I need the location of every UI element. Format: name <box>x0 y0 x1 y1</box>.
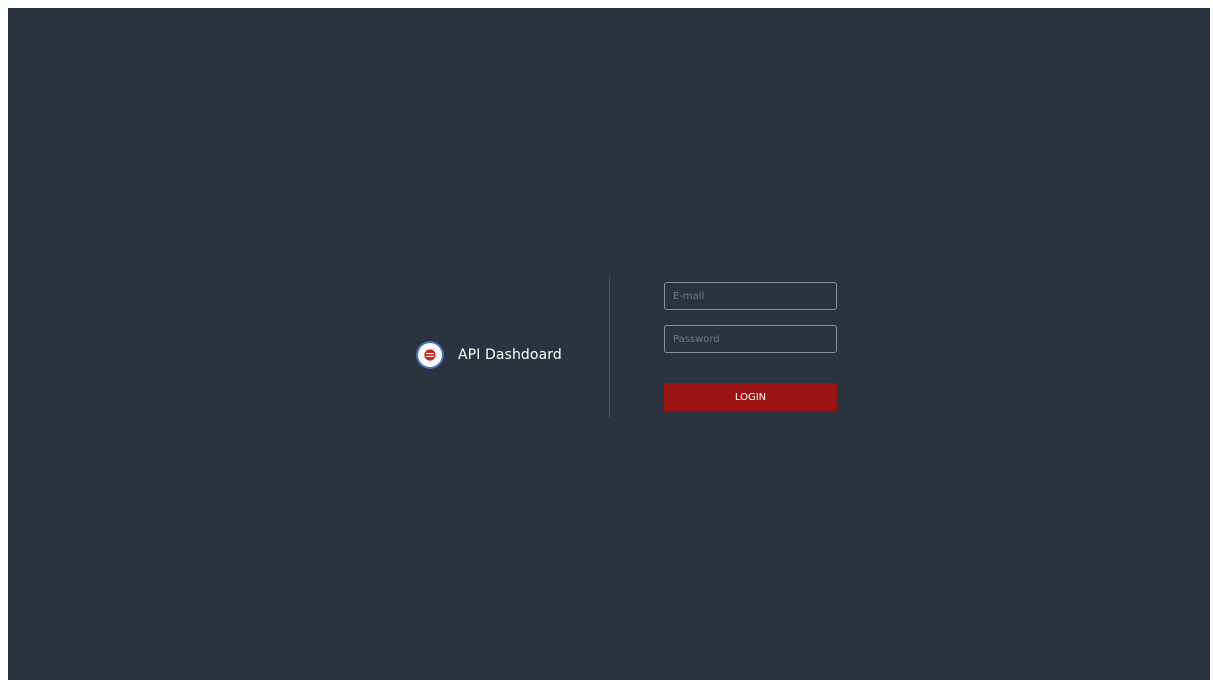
login-form: LOGIN <box>664 282 837 411</box>
brand: API Dashdoard <box>415 332 562 378</box>
app-title: API Dashdoard <box>458 347 562 363</box>
vertical-divider <box>609 276 610 418</box>
login-button[interactable]: LOGIN <box>664 383 837 411</box>
password-field[interactable] <box>664 325 837 353</box>
flower-badge-icon <box>416 341 444 369</box>
email-field[interactable] <box>664 282 837 310</box>
login-screen: API Dashdoard LOGIN <box>8 8 1210 680</box>
